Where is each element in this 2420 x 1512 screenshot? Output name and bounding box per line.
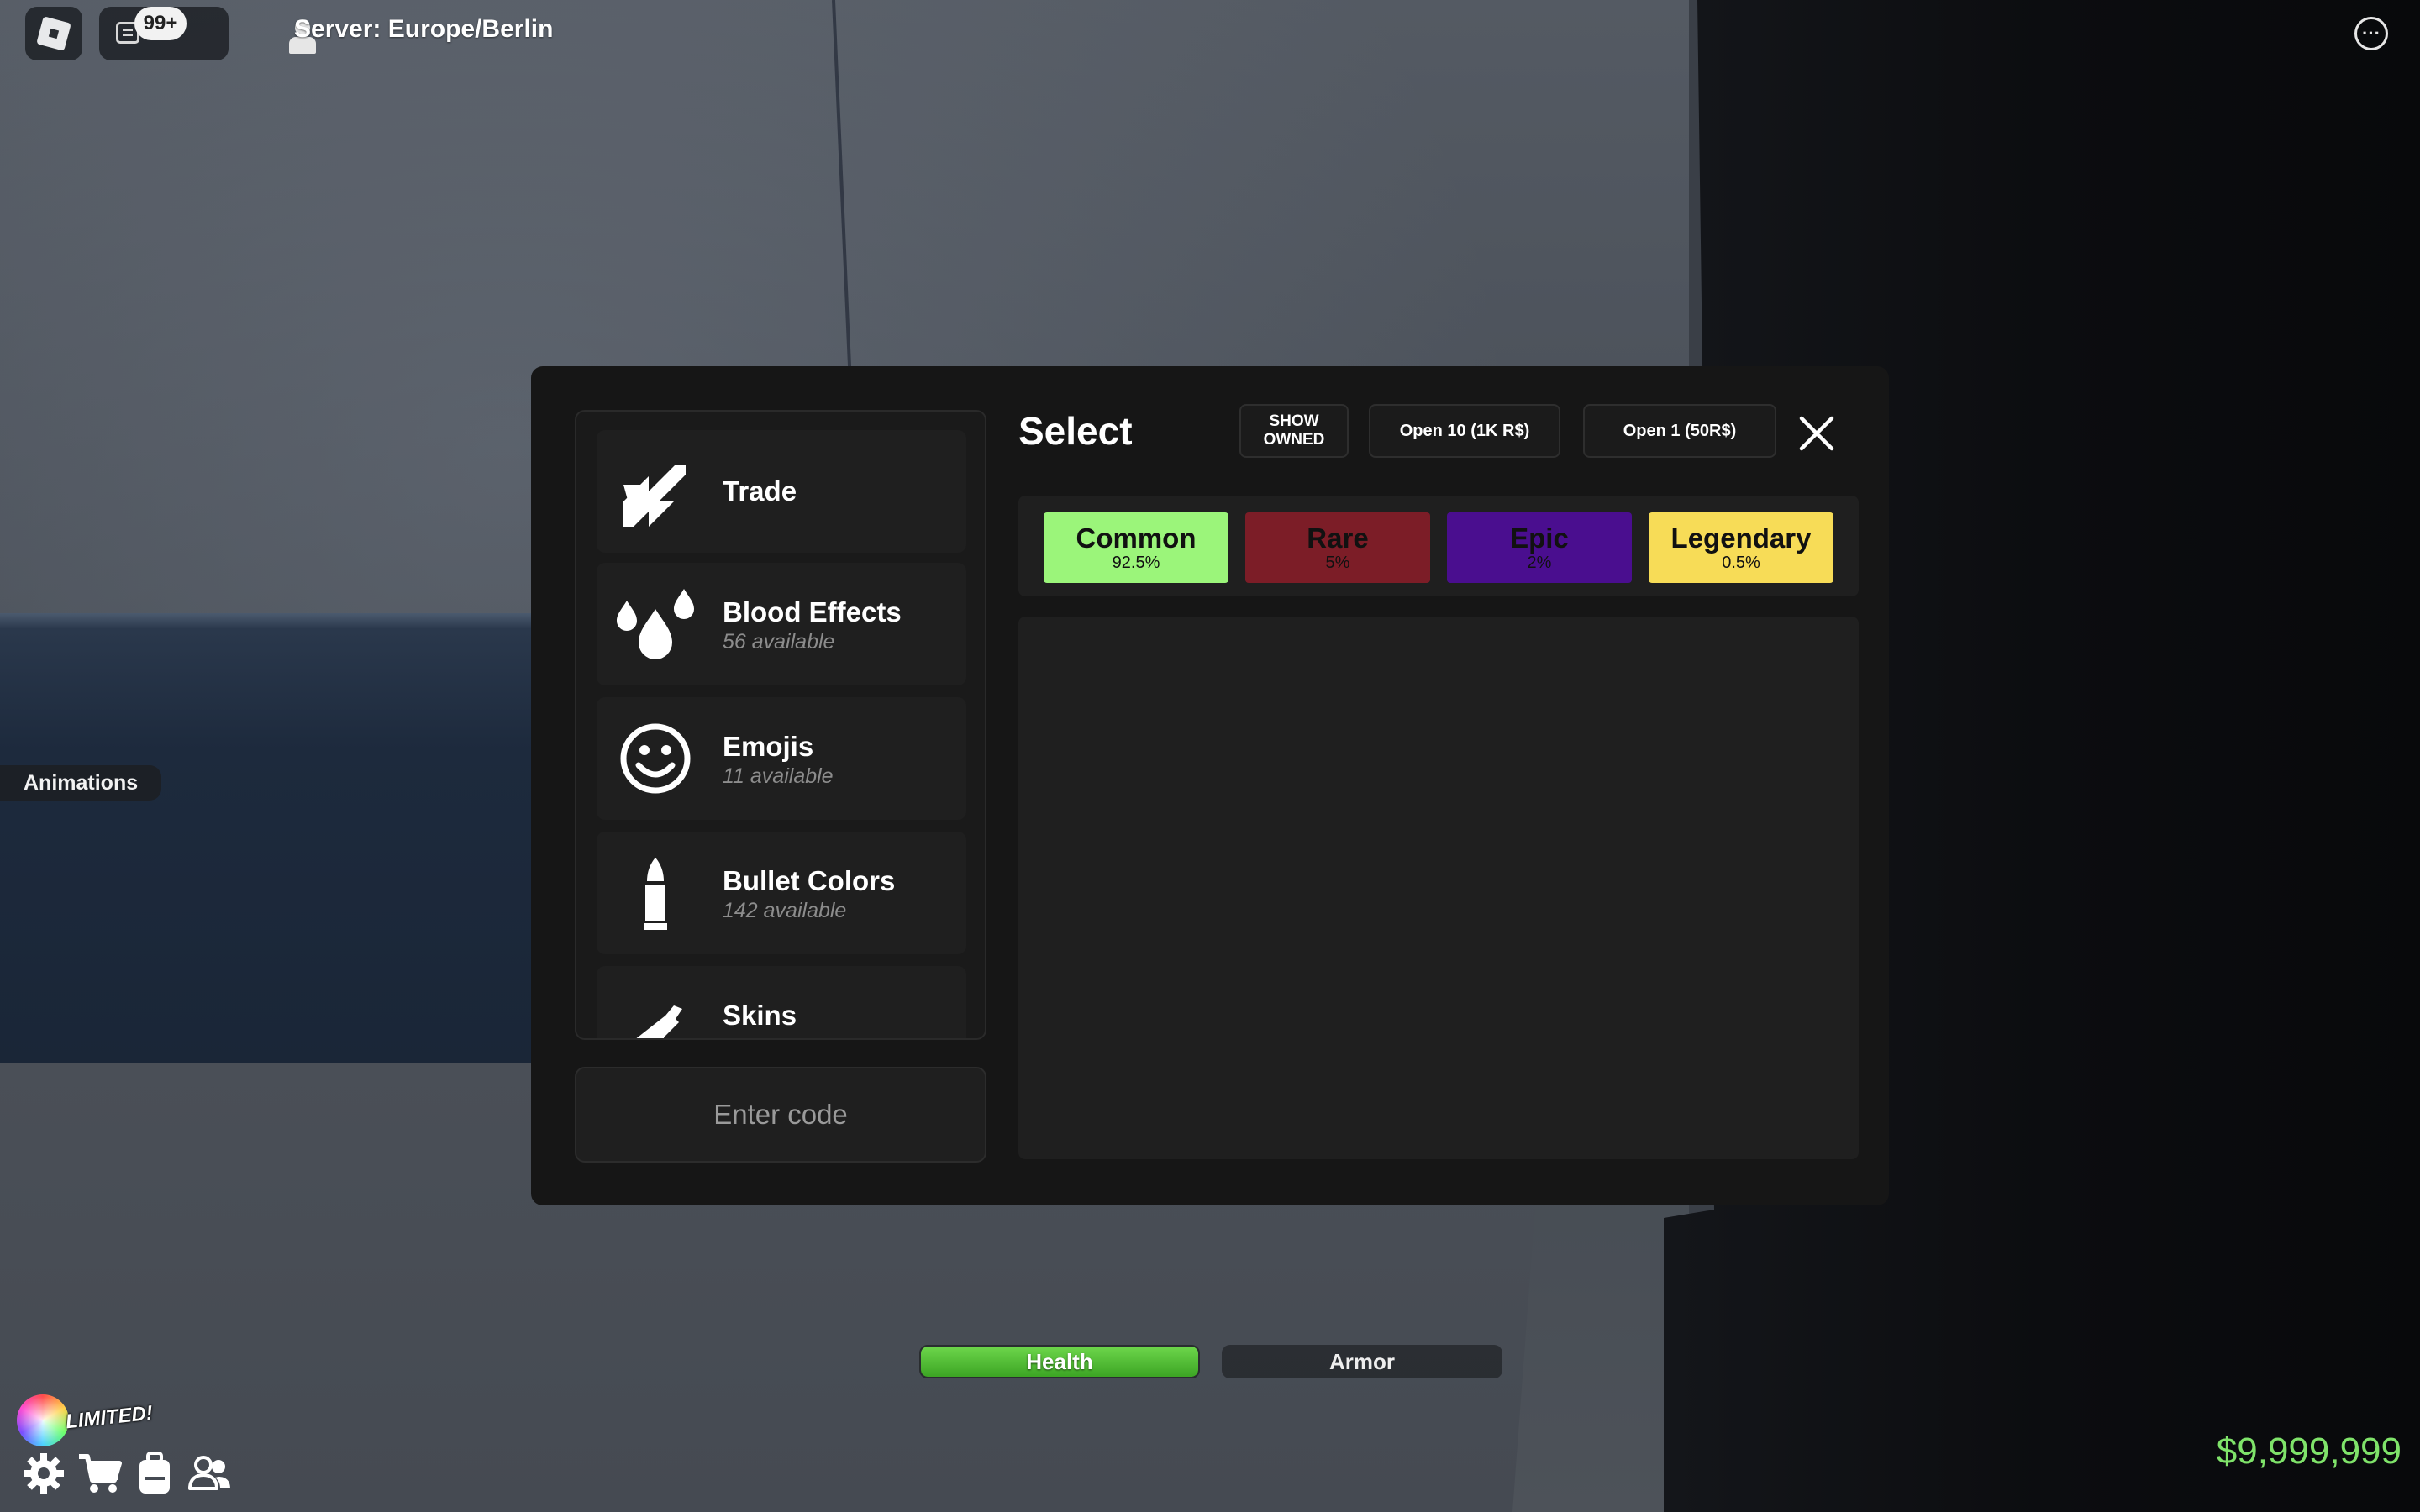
rarity-common[interactable]: Common 92.5% <box>1044 512 1228 583</box>
animations-button[interactable]: Animations <box>0 765 162 801</box>
server-label: Server: Europe/Berlin <box>294 15 554 43</box>
armor-label: Armor <box>1328 1348 1395 1374</box>
more-options-button[interactable]: ··· <box>2354 17 2388 50</box>
rarity-name: Common <box>1076 522 1197 554</box>
rarity-chance: 92.5% <box>1112 554 1160 572</box>
bullet-icon <box>644 858 667 930</box>
rarity-legendary[interactable]: Legendary 0.5% <box>1649 512 1833 583</box>
rarity-name: Rare <box>1307 522 1369 554</box>
rarity-name: Epic <box>1510 522 1569 554</box>
items-grid <box>1018 617 1859 1159</box>
shop-modal: Trade Blood Effects 56 available Emojis … <box>531 366 1889 1205</box>
rarity-chance: 5% <box>1325 554 1350 572</box>
gear-icon[interactable] <box>20 1450 67 1497</box>
chat-unread-badge: 99+ <box>134 7 187 40</box>
rarity-chance: 0.5% <box>1722 554 1760 572</box>
roblox-logo-icon <box>36 16 71 51</box>
category-blood-effects[interactable]: Blood Effects 56 available <box>597 563 966 685</box>
rarity-chance: 2% <box>1527 554 1552 572</box>
category-title: Bullet Colors <box>723 865 896 896</box>
health-bar: Health <box>919 1345 1200 1378</box>
rarity-epic[interactable]: Epic 2% <box>1447 512 1632 583</box>
color-orb-icon <box>17 1394 69 1446</box>
category-title: Blood Effects <box>723 596 902 627</box>
backpack-icon[interactable] <box>131 1450 178 1497</box>
roblox-menu-button[interactable] <box>25 7 82 60</box>
category-count: 56 available <box>723 630 835 654</box>
category-title: Skins <box>723 1000 797 1031</box>
shopping-cart-icon[interactable] <box>76 1450 123 1497</box>
blood-drops-icon <box>617 589 694 659</box>
category-count: 11 available <box>723 764 834 788</box>
category-skins[interactable]: Skins <box>597 966 966 1038</box>
close-icon[interactable] <box>1798 415 1835 452</box>
category-list[interactable]: Trade Blood Effects 56 available Emojis … <box>575 410 986 1040</box>
money-display: $9,999,999 <box>2216 1431 2402 1472</box>
show-owned-label: SHOW OWNED <box>1263 412 1325 449</box>
gun-icon <box>636 1005 682 1038</box>
category-title: Trade <box>723 475 797 507</box>
enter-code-input[interactable] <box>575 1067 986 1163</box>
category-trade[interactable]: Trade <box>597 430 966 553</box>
category-emojis[interactable]: Emojis 11 available <box>597 697 966 820</box>
show-owned-button[interactable]: SHOW OWNED <box>1239 404 1349 458</box>
rarity-rare[interactable]: Rare 5% <box>1245 512 1430 583</box>
open-1-button[interactable]: Open 1 (50R$) <box>1583 404 1776 458</box>
category-count: 142 available <box>723 899 847 922</box>
smiley-icon <box>620 723 691 794</box>
armor-bar: Armor <box>1222 1345 1502 1378</box>
more-dots-icon: ··· <box>2362 23 2381 44</box>
health-label: Health <box>1026 1348 1093 1374</box>
rarity-name: Legendary <box>1670 522 1812 554</box>
trade-icon <box>623 465 686 527</box>
select-title: Select <box>1018 409 1133 453</box>
friends-icon[interactable] <box>187 1450 234 1497</box>
rarity-tabs: Common 92.5% Rare 5% Epic 2% Legendary 0… <box>1018 496 1859 596</box>
category-title: Emojis <box>723 731 814 762</box>
bottom-toolbar <box>20 1450 234 1497</box>
category-bullet-colors[interactable]: Bullet Colors 142 available <box>597 832 966 954</box>
open-10-button[interactable]: Open 10 (1K R$) <box>1369 404 1560 458</box>
water-pool <box>0 613 538 1067</box>
limited-offer-button[interactable]: LIMITED! <box>17 1391 154 1450</box>
